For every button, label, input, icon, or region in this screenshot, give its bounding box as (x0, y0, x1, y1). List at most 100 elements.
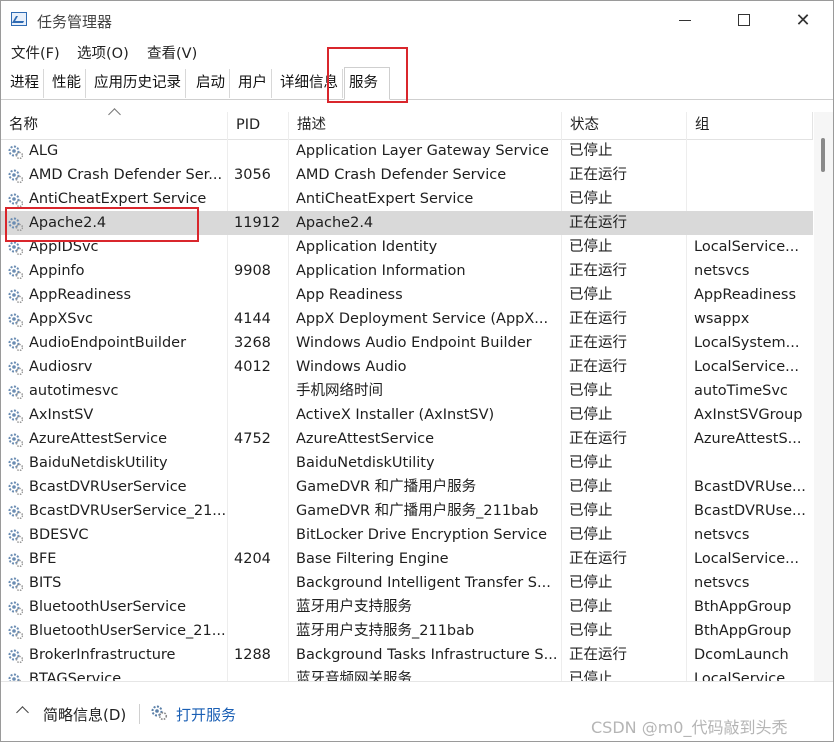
service-status: 已停止 (569, 143, 613, 159)
service-name: AudioEndpointBuilder (29, 335, 187, 351)
tab-details[interactable]: 详细信息 (276, 69, 343, 98)
service-status: 正在运行 (569, 167, 627, 183)
service-description: App Readiness (296, 287, 403, 303)
menu-view[interactable]: 查看(V) (147, 42, 197, 63)
tab-users[interactable]: 用户 (234, 69, 272, 98)
service-pid: 3268 (234, 335, 271, 351)
service-group: AzureAttestS... (694, 431, 802, 447)
service-status: 正在运行 (569, 263, 627, 279)
service-group (694, 163, 809, 187)
tab-processes[interactable]: 进程 (6, 69, 44, 98)
service-row[interactable]: AzureAttestService 4752 AzureAttestService… (1, 427, 813, 451)
service-row[interactable]: BTAGService 蓝牙音频网关服务 已停止 LocalService... (1, 667, 813, 681)
service-group (694, 451, 809, 475)
service-description: 蓝牙用户支持服务_211bab (296, 623, 475, 639)
service-pid (234, 283, 289, 307)
service-gear-icon (8, 601, 23, 615)
service-name: BcastDVRUserService_21... (29, 503, 225, 519)
service-row[interactable]: BDESVC BitLocker Drive Encryption Service… (1, 523, 813, 547)
service-pid (234, 451, 289, 475)
close-button[interactable]: ✕ (774, 1, 832, 39)
open-services-link[interactable]: 打开服务 (176, 704, 236, 725)
service-gear-icon (8, 625, 23, 639)
service-name: AppXSvc (29, 311, 94, 327)
service-gear-icon (8, 337, 23, 351)
service-name: AMD Crash Defender Ser... (29, 167, 223, 183)
service-pid (234, 595, 289, 619)
service-description: AMD Crash Defender Service (296, 167, 507, 183)
service-group: AxInstSVGroup (694, 407, 803, 423)
service-status: 正在运行 (569, 647, 627, 663)
tab-startup[interactable]: 启动 (192, 69, 230, 98)
title-bar[interactable]: 任务管理器 ✕ (1, 1, 833, 39)
service-row[interactable]: AxInstSV ActiveX Installer (AxInstSV) 已停止 A… (1, 403, 813, 427)
service-status: 正在运行 (569, 551, 627, 567)
service-status: 已停止 (569, 599, 613, 615)
service-gear-icon (8, 433, 23, 447)
service-row[interactable]: BFE 4204 Base Filtering Engine 正在运行 LocalSer… (1, 547, 813, 571)
menu-file[interactable]: 文件(F) (11, 42, 60, 63)
service-row[interactable]: BITS Background Intelligent Transfer S...… (1, 571, 813, 595)
service-row[interactable]: AppXSvc 4144 AppX Deployment Service (AppX… (1, 307, 813, 331)
service-row[interactable]: BrokerInfrastructure 1288 Background Tasks… (1, 643, 813, 667)
service-name: Appinfo (29, 263, 85, 279)
vertical-scrollbar[interactable] (814, 112, 833, 681)
service-name: AzureAttestService (29, 431, 168, 447)
service-group: LocalService... (694, 359, 799, 375)
service-description: GameDVR 和广播用户服务 (296, 479, 477, 495)
close-icon: ✕ (795, 9, 811, 31)
service-row[interactable]: AppIDSvc Application Identity 已停止 LocalServ… (1, 235, 813, 259)
service-row[interactable]: Apache2.4 11912 Apache2.4 正在运行 (1, 211, 813, 235)
service-status: 已停止 (569, 383, 613, 399)
maximize-icon (738, 14, 750, 26)
services-gear-icon[interactable] (150, 703, 168, 721)
service-row[interactable]: AMD Crash Defender Ser... 3056 AMD Crash D… (1, 163, 813, 187)
chevron-up-icon[interactable] (16, 706, 29, 719)
task-manager-app-icon (11, 12, 27, 26)
tab-services[interactable]: 服务 (344, 67, 390, 100)
column-header-status[interactable]: 状态 (562, 112, 687, 139)
service-row[interactable]: Appinfo 9908 Application Information 正在运行 ne… (1, 259, 813, 283)
service-row[interactable]: AntiCheatExpert Service AntiCheatExpert S… (1, 187, 813, 211)
tab-app-history[interactable]: 应用历史记录 (90, 69, 186, 98)
service-pid (234, 187, 289, 211)
column-header-group[interactable]: 组 (687, 112, 813, 139)
service-gear-icon (8, 553, 23, 567)
service-group (694, 187, 809, 211)
service-description: 蓝牙音频网关服务 (296, 671, 412, 681)
scrollbar-thumb[interactable] (821, 138, 825, 172)
service-row[interactable]: autotimesvc 手机网络时间 已停止 autoTimeSvc (1, 379, 813, 403)
service-row[interactable]: ALG Application Layer Gateway Service 已停止 (1, 139, 813, 163)
service-description: AntiCheatExpert Service (296, 191, 474, 207)
service-row[interactable]: BluetoothUserService 蓝牙用户支持服务 已停止 BthAppGro… (1, 595, 813, 619)
service-group (694, 211, 809, 235)
service-description: BitLocker Drive Encryption Service (296, 527, 548, 543)
maximize-button[interactable] (715, 1, 773, 39)
service-row[interactable]: AudioEndpointBuilder 3268 Windows Audio En… (1, 331, 813, 355)
service-description: Application Identity (296, 239, 438, 255)
service-row[interactable]: BcastDVRUserService GameDVR 和广播用户服务 已停止 Bca… (1, 475, 813, 499)
brief-info-link[interactable]: 简略信息(D) (43, 704, 126, 725)
service-group: BthAppGroup (694, 599, 792, 615)
tab-performance[interactable]: 性能 (48, 69, 86, 98)
service-name: BaiduNetdiskUtility (29, 455, 168, 471)
service-row[interactable]: BcastDVRUserService_21... GameDVR 和广播用户服务… (1, 499, 813, 523)
service-group: BcastDVRUse... (694, 479, 806, 495)
service-group: LocalService... (694, 551, 799, 567)
service-pid: 9908 (234, 263, 271, 279)
service-row[interactable]: BaiduNetdiskUtility BaiduNetdiskUtility 已停… (1, 451, 813, 475)
csdn-watermark: CSDN @m0_代码敲到头秃 (591, 718, 788, 737)
service-gear-icon (8, 505, 23, 519)
service-name: AppIDSvc (29, 239, 99, 255)
column-header-pid[interactable]: PID (228, 112, 289, 139)
service-row[interactable]: BluetoothUserService_21... 蓝牙用户支持服务_211ba… (1, 619, 813, 643)
service-row[interactable]: AppReadiness App Readiness 已停止 AppReadiness (1, 283, 813, 307)
minimize-button[interactable] (656, 1, 714, 39)
menu-options[interactable]: 选项(O) (77, 42, 129, 63)
column-header-description[interactable]: 描述 (289, 112, 562, 139)
service-pid: 11912 (234, 215, 281, 231)
service-name: BDESVC (29, 527, 89, 543)
menu-bar: 文件(F) 选项(O) 查看(V) (1, 39, 833, 65)
service-pid (234, 571, 289, 595)
service-row[interactable]: Audiosrv 4012 Windows Audio 正在运行 LocalServic… (1, 355, 813, 379)
